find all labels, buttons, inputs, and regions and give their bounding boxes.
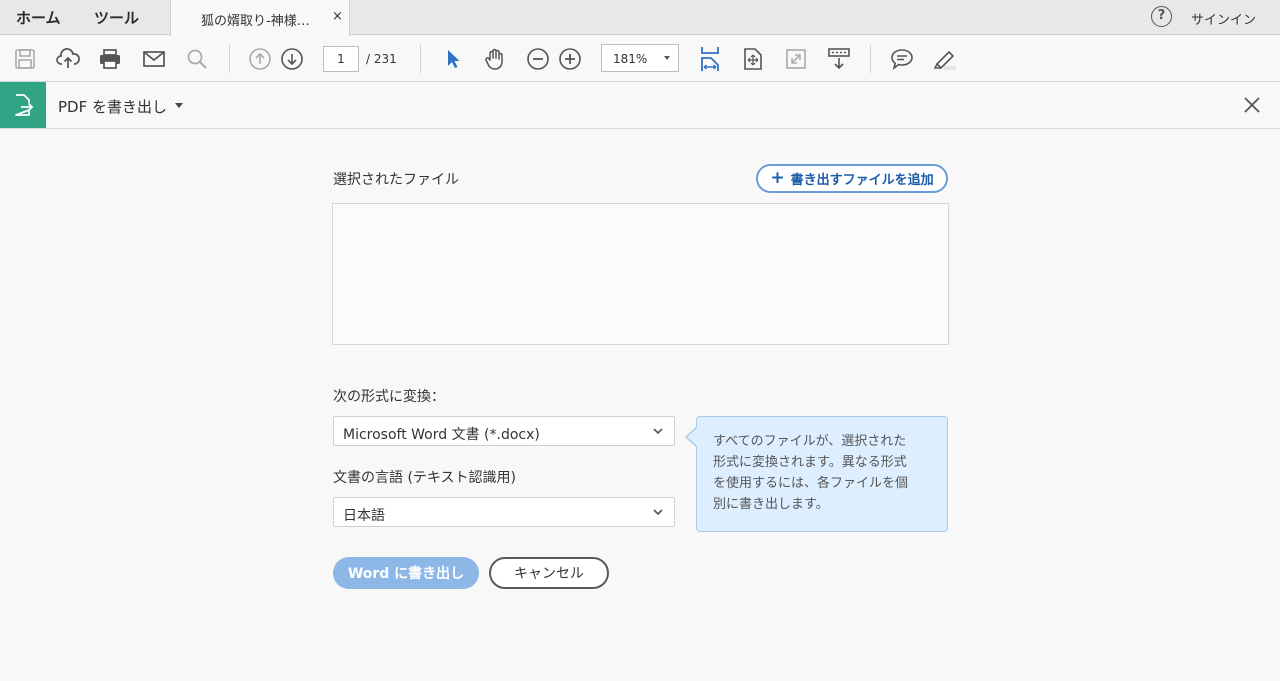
- add-files-label: 書き出すファイルを追加: [790, 173, 934, 188]
- zoom-value: 181%: [613, 52, 648, 66]
- export-button[interactable]: Word に書き出し: [333, 557, 479, 589]
- chevron-down-icon[interactable]: [175, 103, 183, 108]
- signin-link[interactable]: サインイン: [1191, 9, 1256, 28]
- file-list[interactable]: [332, 203, 949, 345]
- read-mode-icon[interactable]: [826, 46, 852, 72]
- tooltip-line: 形式に変換されます。異なる形式: [713, 455, 907, 470]
- fullscreen-icon[interactable]: [783, 46, 809, 72]
- zoom-in-icon[interactable]: [557, 46, 583, 72]
- tab-document-label: 狐の婿取り-神様…: [201, 14, 310, 29]
- format-select[interactable]: Microsoft Word 文書 (*.docx): [333, 416, 675, 446]
- tooltip-line: すべてのファイルが、選択された: [713, 434, 907, 449]
- language-select[interactable]: 日本語: [333, 497, 675, 527]
- tooltip-line: を使用するには、各ファイルを個: [713, 476, 909, 491]
- toolbar-divider: [870, 45, 871, 73]
- info-tooltip: すべてのファイルが、選択された 形式に変換されます。異なる形式 を使用するには、…: [696, 416, 948, 532]
- convert-to-label: 次の形式に変換：: [333, 389, 445, 405]
- zoom-out-icon[interactable]: [525, 46, 551, 72]
- export-pdf-icon: [0, 82, 46, 128]
- page-number-input[interactable]: 1: [323, 46, 359, 72]
- close-icon[interactable]: [1241, 94, 1263, 116]
- mail-icon[interactable]: [141, 46, 167, 72]
- toolbar: 1 / 231 181%: [0, 36, 1280, 82]
- tooltip-arrow-fill: [687, 427, 698, 447]
- select-pointer-icon[interactable]: [440, 46, 466, 72]
- tool-header: PDF を書き出し: [0, 82, 1280, 129]
- zoom-select[interactable]: 181%: [601, 44, 679, 72]
- help-icon[interactable]: ?: [1151, 6, 1172, 27]
- tab-document[interactable]: 狐の婿取り-神様… ×: [170, 0, 350, 36]
- hand-tool-icon[interactable]: [482, 46, 508, 72]
- tab-close-icon[interactable]: ×: [332, 9, 343, 24]
- highlight-icon[interactable]: [932, 46, 958, 72]
- search-icon[interactable]: [184, 46, 210, 72]
- cancel-button[interactable]: キャンセル: [489, 557, 609, 589]
- language-select-value: 日本語: [343, 508, 385, 524]
- format-select-value: Microsoft Word 文書 (*.docx): [343, 427, 540, 443]
- tool-title[interactable]: PDF を書き出し: [58, 96, 167, 117]
- selected-files-label: 選択されたファイル: [333, 172, 459, 188]
- chevron-down-icon: [652, 506, 664, 522]
- fit-width-icon[interactable]: [697, 46, 723, 72]
- plus-icon: +: [770, 168, 785, 188]
- page-total: / 231: [366, 52, 397, 66]
- language-label: 文書の言語 (テキスト認識用): [333, 470, 516, 486]
- comment-icon[interactable]: [889, 46, 915, 72]
- toolbar-divider: [420, 45, 421, 73]
- page-up-icon[interactable]: [247, 46, 273, 72]
- tab-bar: ホーム ツール 狐の婿取り-神様… × ? サインイン: [0, 0, 1280, 36]
- print-icon[interactable]: [97, 46, 123, 72]
- chevron-down-icon: [664, 56, 670, 60]
- chevron-down-icon: [652, 425, 664, 441]
- add-files-button[interactable]: + 書き出すファイルを追加: [756, 164, 948, 193]
- save-icon[interactable]: [12, 46, 38, 72]
- tab-tools[interactable]: ツール: [94, 7, 139, 28]
- cloud-upload-icon[interactable]: [55, 46, 81, 72]
- tooltip-line: 別に書き出します。: [713, 497, 829, 512]
- page-down-icon[interactable]: [279, 46, 305, 72]
- toolbar-divider: [229, 45, 230, 73]
- fit-page-icon[interactable]: [740, 46, 766, 72]
- tab-home[interactable]: ホーム: [16, 7, 61, 28]
